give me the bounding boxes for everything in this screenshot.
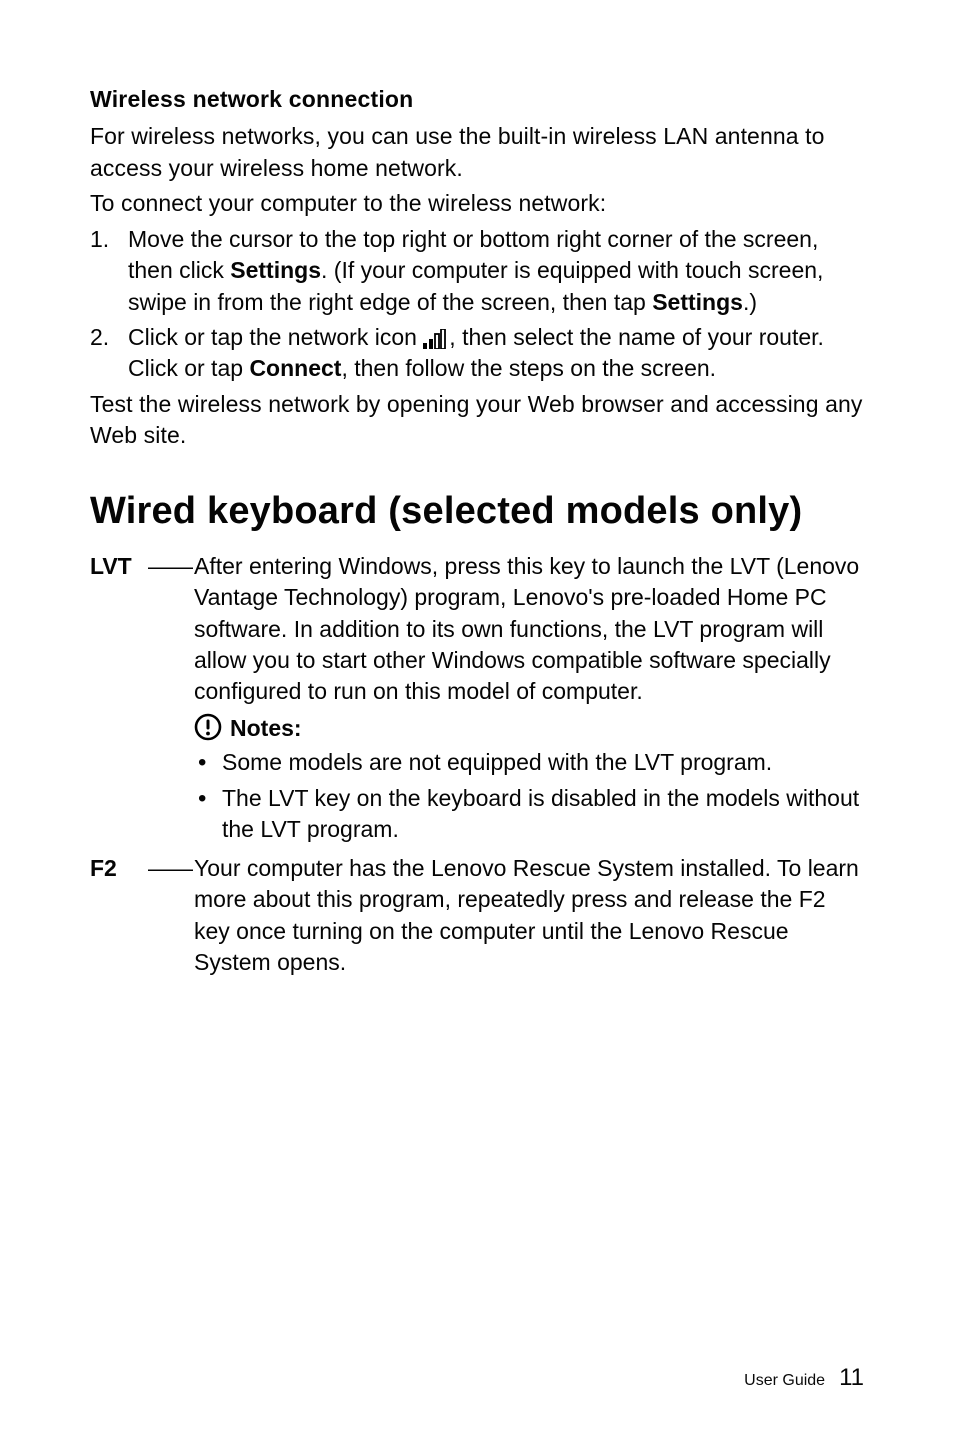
note-1: Some models are not equipped with the LV… bbox=[194, 747, 864, 778]
step2-post: , then follow the steps on the screen. bbox=[341, 355, 716, 381]
notes-items: Some models are not equipped with the LV… bbox=[194, 747, 864, 845]
note-2: The LVT key on the keyboard is disabled … bbox=[194, 783, 864, 846]
wireless-intro: For wireless networks, you can use the b… bbox=[90, 121, 864, 184]
lvt-row: LVT —— After entering Windows, press thi… bbox=[90, 551, 864, 849]
notes-block: Notes: bbox=[194, 713, 864, 743]
wireless-instruction: To connect your computer to the wireless… bbox=[90, 188, 864, 220]
attention-icon bbox=[194, 713, 222, 741]
lvt-desc-col: After entering Windows, press this key t… bbox=[194, 551, 864, 849]
f2-label: F2 bbox=[90, 853, 148, 884]
page-content: Wireless network connection For wireless… bbox=[0, 0, 954, 978]
footer-page-number: 11 bbox=[839, 1364, 864, 1392]
lvt-label: LVT bbox=[90, 551, 148, 582]
page-footer: User Guide 11 bbox=[744, 1364, 864, 1392]
step2-pre: Click or tap the network icon bbox=[128, 324, 423, 350]
wireless-outro: Test the wireless network by opening you… bbox=[90, 389, 864, 452]
lvt-description: After entering Windows, press this key t… bbox=[194, 551, 864, 707]
network-signal-icon bbox=[423, 326, 449, 346]
f2-description: Your computer has the Lenovo Rescue Syst… bbox=[194, 853, 864, 978]
step1-post: .) bbox=[743, 289, 757, 315]
footer-label: User Guide bbox=[744, 1372, 825, 1390]
notes-label: Notes: bbox=[230, 713, 302, 743]
wireless-steps: Move the cursor to the top right or bott… bbox=[90, 224, 864, 384]
keyboard-heading: Wired keyboard (selected models only) bbox=[90, 490, 864, 533]
step2-bold: Connect bbox=[249, 355, 341, 381]
wireless-step-1: Move the cursor to the top right or bott… bbox=[90, 224, 864, 318]
wireless-heading: Wireless network connection bbox=[90, 86, 864, 113]
f2-row: F2 —— Your computer has the Lenovo Rescu… bbox=[90, 853, 864, 978]
step1-bold1: Settings bbox=[230, 257, 321, 283]
f2-dash: —— bbox=[148, 853, 194, 884]
lvt-dash: —— bbox=[148, 551, 194, 582]
step1-bold2: Settings bbox=[652, 289, 743, 315]
wireless-step-2: Click or tap the network icon , then sel… bbox=[90, 322, 864, 385]
keyboard-key-list: LVT —— After entering Windows, press thi… bbox=[90, 551, 864, 978]
